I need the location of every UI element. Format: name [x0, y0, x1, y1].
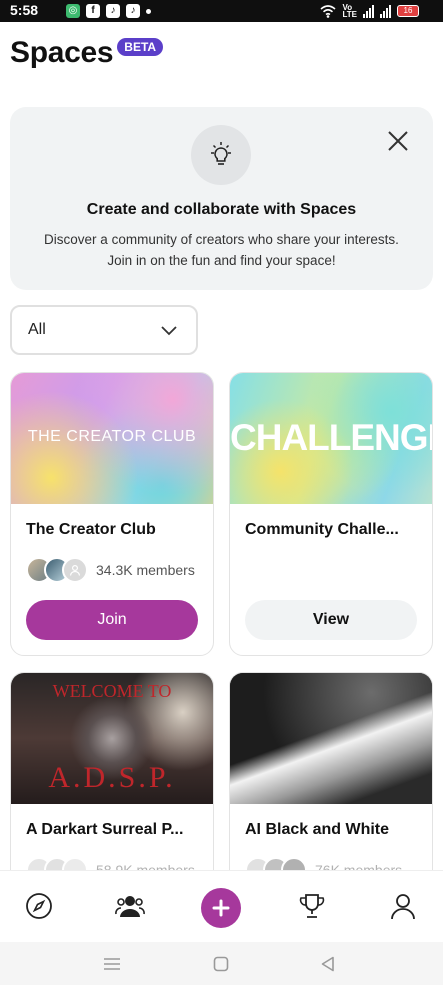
status-time: 5:58	[10, 2, 39, 18]
member-count: 34.3K members	[96, 562, 195, 578]
cover-title: THE CREATOR CLUB	[27, 428, 197, 445]
tiktok-icon-2: ♪	[126, 4, 140, 18]
bottom-navigation	[0, 870, 443, 942]
nav-spaces[interactable]	[113, 889, 147, 923]
add-icon	[212, 899, 230, 917]
tiktok-icon: ♪	[106, 4, 120, 18]
home-button[interactable]	[211, 954, 231, 974]
people-icon	[115, 896, 145, 917]
promo-description: Discover a community of creators who sha…	[44, 232, 399, 268]
status-bar: 5:58 ◎ f ♪ ♪ Vo LTE 16	[0, 0, 443, 22]
space-card-darkart-surreal[interactable]: WELCOME TO A.D.S.P. A Darkart Surreal P.…	[10, 672, 214, 902]
nav-profile[interactable]	[386, 889, 420, 923]
member-summary: 34.3K members	[26, 556, 195, 584]
signal-icon	[363, 4, 374, 18]
profile-icon	[391, 894, 415, 920]
filter-selected-value: All	[28, 321, 46, 338]
space-name: Community Challe...	[245, 521, 399, 538]
home-icon	[213, 956, 229, 972]
close-promo-button[interactable]	[384, 127, 412, 155]
notification-dot-icon	[146, 8, 151, 14]
space-name: A Darkart Surreal P...	[26, 821, 184, 838]
page-title: Spaces	[10, 36, 114, 69]
back-button[interactable]	[318, 954, 338, 974]
trophy-icon	[299, 894, 325, 918]
facebook-icon: f	[86, 4, 100, 18]
space-card-ai-black-white[interactable]: AI Black and White 76K members	[229, 672, 433, 902]
lightbulb-icon	[191, 125, 251, 185]
cover-title: WELCOME TO	[52, 681, 172, 701]
category-filter-dropdown[interactable]: All	[10, 305, 198, 355]
signal-icon-2	[380, 4, 391, 18]
space-cover-image: CHALLENGES	[230, 373, 432, 504]
wifi-icon	[320, 4, 337, 18]
view-button[interactable]: View	[245, 600, 417, 640]
space-card-community-challenges[interactable]: CHALLENGES Community Challe... View	[229, 372, 433, 656]
create-button[interactable]	[201, 888, 241, 928]
close-icon	[388, 131, 408, 151]
cover-subtitle: A.D.S.P.	[48, 761, 176, 794]
spaces-promo-card: Create and collaborate with Spaces Disco…	[10, 107, 433, 290]
cover-title: CHALLENGES	[230, 417, 432, 458]
compass-icon	[26, 893, 52, 919]
space-name: The Creator Club	[26, 521, 156, 538]
battery-icon: 16	[397, 5, 419, 17]
back-icon	[321, 956, 334, 972]
page-header: Spaces BETA	[10, 36, 164, 76]
chevron-down-icon	[161, 326, 177, 336]
promo-title: Create and collaborate with Spaces	[86, 201, 357, 218]
recent-apps-button[interactable]	[102, 954, 122, 974]
nav-explore[interactable]	[22, 889, 56, 923]
menu-icon	[104, 958, 120, 970]
volte-icon: Vo LTE	[342, 3, 357, 19]
nav-leaderboard[interactable]	[295, 889, 329, 923]
space-cover-image: THE CREATOR CLUB	[11, 373, 213, 504]
join-button[interactable]: Join	[26, 600, 198, 640]
space-cover-image	[230, 673, 432, 804]
beta-badge: BETA	[117, 38, 164, 56]
system-navigation-bar	[0, 942, 443, 985]
space-name: AI Black and White	[245, 821, 390, 838]
messaging-app-icon: ◎	[66, 4, 80, 18]
space-cover-image: WELCOME TO A.D.S.P.	[11, 673, 213, 804]
space-card-creator-club[interactable]: THE CREATOR CLUB The Creator Club 34.3K …	[10, 372, 214, 656]
avatar-placeholder-icon	[62, 557, 88, 583]
